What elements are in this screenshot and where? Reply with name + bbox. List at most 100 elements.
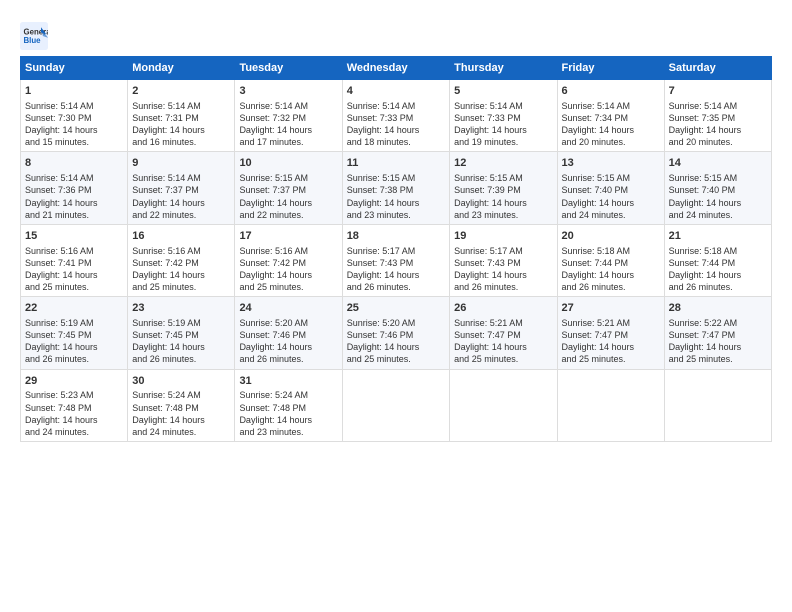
calendar-cell: 16Sunrise: 5:16 AMSunset: 7:42 PMDayligh… (128, 224, 235, 296)
sunrise-label: Sunrise: 5:21 AM (454, 318, 523, 328)
sunrise-label: Sunrise: 5:19 AM (25, 318, 94, 328)
sunrise-label: Sunrise: 5:20 AM (239, 318, 308, 328)
daylight-label: Daylight: 14 hours (454, 125, 527, 135)
day-number: 24 (239, 301, 337, 316)
daylight-minutes: and 25 minutes. (669, 354, 733, 364)
sunset-label: Sunset: 7:48 PM (239, 403, 306, 413)
calendar-cell (557, 369, 664, 441)
daylight-label: Daylight: 14 hours (132, 125, 205, 135)
day-number: 16 (132, 229, 230, 244)
daylight-minutes: and 23 minutes. (347, 210, 411, 220)
calendar-cell: 5Sunrise: 5:14 AMSunset: 7:33 PMDaylight… (450, 80, 557, 152)
calendar-cell: 28Sunrise: 5:22 AMSunset: 7:47 PMDayligh… (664, 297, 771, 369)
daylight-label: Daylight: 14 hours (454, 198, 527, 208)
daylight-minutes: and 24 minutes. (132, 427, 196, 437)
day-number: 31 (239, 374, 337, 389)
sunset-label: Sunset: 7:45 PM (25, 330, 92, 340)
sunset-label: Sunset: 7:47 PM (454, 330, 521, 340)
calendar-header-row: SundayMondayTuesdayWednesdayThursdayFrid… (21, 57, 772, 80)
daylight-label: Daylight: 14 hours (25, 125, 98, 135)
sunrise-label: Sunrise: 5:14 AM (132, 173, 201, 183)
weekday-header-tuesday: Tuesday (235, 57, 342, 80)
day-number: 29 (25, 374, 123, 389)
sunrise-label: Sunrise: 5:19 AM (132, 318, 201, 328)
daylight-minutes: and 25 minutes. (562, 354, 626, 364)
calendar-cell: 3Sunrise: 5:14 AMSunset: 7:32 PMDaylight… (235, 80, 342, 152)
sunset-label: Sunset: 7:46 PM (239, 330, 306, 340)
sunrise-label: Sunrise: 5:14 AM (25, 173, 94, 183)
sunrise-label: Sunrise: 5:24 AM (132, 390, 201, 400)
sunrise-label: Sunrise: 5:15 AM (562, 173, 631, 183)
sunset-label: Sunset: 7:43 PM (454, 258, 521, 268)
day-number: 12 (454, 156, 552, 171)
calendar-cell: 27Sunrise: 5:21 AMSunset: 7:47 PMDayligh… (557, 297, 664, 369)
svg-text:Blue: Blue (24, 36, 42, 45)
weekday-header-monday: Monday (128, 57, 235, 80)
sunset-label: Sunset: 7:46 PM (347, 330, 414, 340)
daylight-minutes: and 24 minutes. (669, 210, 733, 220)
daylight-minutes: and 24 minutes. (562, 210, 626, 220)
sunrise-label: Sunrise: 5:14 AM (239, 101, 308, 111)
sunset-label: Sunset: 7:32 PM (239, 113, 306, 123)
day-number: 20 (562, 229, 660, 244)
sunset-label: Sunset: 7:43 PM (347, 258, 414, 268)
daylight-minutes: and 25 minutes. (454, 354, 518, 364)
calendar-cell: 6Sunrise: 5:14 AMSunset: 7:34 PMDaylight… (557, 80, 664, 152)
weekday-header-sunday: Sunday (21, 57, 128, 80)
calendar-cell (342, 369, 449, 441)
daylight-label: Daylight: 14 hours (25, 198, 98, 208)
logo-icon: General Blue (20, 22, 48, 50)
sunrise-label: Sunrise: 5:17 AM (454, 246, 523, 256)
day-number: 30 (132, 374, 230, 389)
daylight-label: Daylight: 14 hours (239, 415, 312, 425)
day-number: 21 (669, 229, 767, 244)
daylight-label: Daylight: 14 hours (25, 342, 98, 352)
day-number: 19 (454, 229, 552, 244)
day-number: 18 (347, 229, 445, 244)
weekday-header-thursday: Thursday (450, 57, 557, 80)
calendar-cell: 7Sunrise: 5:14 AMSunset: 7:35 PMDaylight… (664, 80, 771, 152)
sunrise-label: Sunrise: 5:15 AM (454, 173, 523, 183)
calendar-week-3: 15Sunrise: 5:16 AMSunset: 7:41 PMDayligh… (21, 224, 772, 296)
daylight-minutes: and 18 minutes. (347, 137, 411, 147)
sunrise-label: Sunrise: 5:22 AM (669, 318, 738, 328)
day-number: 10 (239, 156, 337, 171)
sunrise-label: Sunrise: 5:14 AM (669, 101, 738, 111)
calendar-cell: 26Sunrise: 5:21 AMSunset: 7:47 PMDayligh… (450, 297, 557, 369)
daylight-label: Daylight: 14 hours (454, 270, 527, 280)
daylight-label: Daylight: 14 hours (669, 342, 742, 352)
daylight-minutes: and 25 minutes. (25, 282, 89, 292)
weekday-header-saturday: Saturday (664, 57, 771, 80)
daylight-label: Daylight: 14 hours (132, 342, 205, 352)
calendar-cell: 9Sunrise: 5:14 AMSunset: 7:37 PMDaylight… (128, 152, 235, 224)
daylight-label: Daylight: 14 hours (562, 198, 635, 208)
calendar-cell: 29Sunrise: 5:23 AMSunset: 7:48 PMDayligh… (21, 369, 128, 441)
day-number: 25 (347, 301, 445, 316)
daylight-minutes: and 23 minutes. (239, 427, 303, 437)
calendar-table: SundayMondayTuesdayWednesdayThursdayFrid… (20, 56, 772, 442)
sunrise-label: Sunrise: 5:15 AM (347, 173, 416, 183)
daylight-minutes: and 26 minutes. (239, 354, 303, 364)
daylight-label: Daylight: 14 hours (239, 198, 312, 208)
weekday-header-wednesday: Wednesday (342, 57, 449, 80)
calendar-week-2: 8Sunrise: 5:14 AMSunset: 7:36 PMDaylight… (21, 152, 772, 224)
sunrise-label: Sunrise: 5:14 AM (25, 101, 94, 111)
day-number: 28 (669, 301, 767, 316)
daylight-minutes: and 15 minutes. (25, 137, 89, 147)
weekday-header-friday: Friday (557, 57, 664, 80)
daylight-minutes: and 25 minutes. (132, 282, 196, 292)
day-number: 8 (25, 156, 123, 171)
day-number: 13 (562, 156, 660, 171)
daylight-label: Daylight: 14 hours (239, 270, 312, 280)
daylight-label: Daylight: 14 hours (132, 270, 205, 280)
daylight-label: Daylight: 14 hours (132, 415, 205, 425)
calendar-cell: 15Sunrise: 5:16 AMSunset: 7:41 PMDayligh… (21, 224, 128, 296)
sunset-label: Sunset: 7:48 PM (132, 403, 199, 413)
calendar-cell: 1Sunrise: 5:14 AMSunset: 7:30 PMDaylight… (21, 80, 128, 152)
sunrise-label: Sunrise: 5:15 AM (239, 173, 308, 183)
daylight-minutes: and 25 minutes. (347, 354, 411, 364)
calendar-cell: 10Sunrise: 5:15 AMSunset: 7:37 PMDayligh… (235, 152, 342, 224)
daylight-label: Daylight: 14 hours (347, 342, 420, 352)
sunrise-label: Sunrise: 5:16 AM (239, 246, 308, 256)
sunrise-label: Sunrise: 5:14 AM (454, 101, 523, 111)
